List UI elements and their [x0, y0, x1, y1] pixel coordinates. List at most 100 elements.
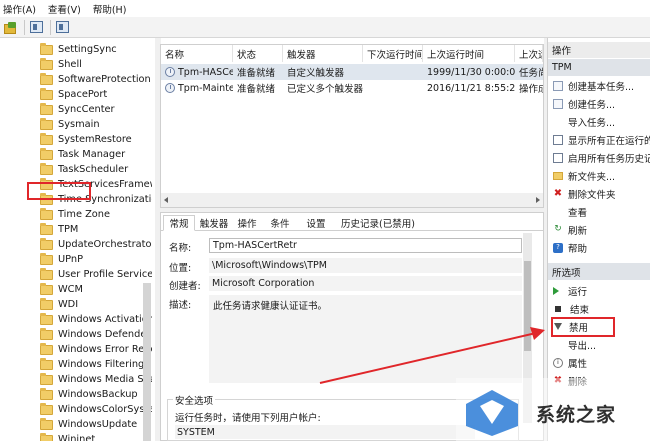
- properties-icon: [29, 21, 43, 33]
- tab-history[interactable]: 历史记录(已禁用): [337, 215, 419, 231]
- folder-icon: [40, 162, 53, 175]
- action-item[interactable]: ↻ 刷新: [548, 222, 650, 237]
- tab-settings[interactable]: 设置: [301, 215, 331, 231]
- tree-item[interactable]: WindowsBackup: [40, 387, 152, 402]
- action-item[interactable]: 导入任务...: [548, 114, 650, 129]
- column-header-last-result[interactable]: 上次运行结果: [515, 45, 543, 62]
- action-item[interactable]: 显示所有正在运行的任务: [548, 132, 650, 147]
- list-horizontal-scrollbar[interactable]: [161, 193, 543, 207]
- tree-item[interactable]: WindowsColorSystem: [40, 402, 152, 417]
- menu-help[interactable]: 帮助(H): [93, 2, 127, 16]
- tree-item-label: Windows Defender: [58, 329, 151, 340]
- watermark-logo-icon: [466, 390, 518, 436]
- tree-item[interactable]: SyncCenter: [40, 102, 152, 117]
- tree-item[interactable]: Sysmain: [40, 117, 152, 132]
- tree-item[interactable]: WCM: [40, 282, 152, 297]
- tab-triggers[interactable]: 触发器: [197, 215, 231, 231]
- tree-item[interactable]: Task Manager: [40, 147, 152, 162]
- tree-item[interactable]: Windows Media Sharing: [40, 372, 152, 387]
- action-item-label: 刷新: [568, 225, 588, 237]
- table-row[interactable]: Tpm-HASCertRetr 准备就绪 自定义触发器 1999/11/30 0…: [161, 64, 543, 80]
- scroll-thumb[interactable]: [524, 261, 531, 351]
- action-item[interactable]: 查看: [548, 204, 650, 219]
- folder-icon: [40, 312, 53, 325]
- table-row[interactable]: Tpm-Maintenance 准备就绪 已定义多个触发器 2016/11/21…: [161, 80, 543, 96]
- tree-item[interactable]: SoftwareProtection: [40, 72, 152, 87]
- task-last-result: 操作成功完成: [519, 84, 543, 95]
- tree-item-label: Wininet: [58, 434, 96, 441]
- menu-view[interactable]: 查看(V): [48, 2, 81, 16]
- tree-item[interactable]: SettingSync: [40, 42, 152, 57]
- action-item[interactable]: 启用所有任务历史记录: [548, 150, 650, 165]
- folder-icon: [40, 432, 53, 441]
- tpm-highlight-box: [27, 182, 91, 200]
- column-header-trigger[interactable]: 触发器: [283, 45, 363, 62]
- tree-item[interactable]: User Profile Service: [40, 267, 152, 282]
- tree-item[interactable]: Shell: [40, 57, 152, 72]
- scroll-left-icon[interactable]: [164, 197, 168, 203]
- history-icon: [553, 152, 563, 163]
- tree-item[interactable]: TPM: [40, 222, 152, 237]
- name-field[interactable]: Tpm-HASCertRetr: [209, 238, 522, 253]
- action-item[interactable]: 创建基本任务...: [548, 78, 650, 93]
- properties-button[interactable]: [28, 20, 44, 35]
- action-item[interactable]: 结束: [548, 301, 650, 316]
- tree-item[interactable]: WDI: [40, 297, 152, 312]
- watermark: 系统之家: [456, 378, 650, 441]
- back-button[interactable]: [2, 20, 18, 35]
- tree-item[interactable]: Windows Filtering: [40, 357, 152, 372]
- tree-item-label: Sysmain: [58, 119, 100, 130]
- actions-section-selected[interactable]: 所选项: [548, 263, 650, 280]
- column-header-last-run[interactable]: 上次运行时间: [423, 45, 515, 62]
- tree-item[interactable]: UpdateOrchestrator: [40, 237, 152, 252]
- tree-item-label: WindowsColorSystem: [58, 404, 152, 415]
- folder-icon: [40, 342, 53, 355]
- description-field[interactable]: 此任务请求健康认证证书。: [209, 295, 522, 383]
- tree-item[interactable]: WindowsUpdate: [40, 417, 152, 432]
- folder-icon: [40, 207, 53, 220]
- tree-item[interactable]: SpacePort: [40, 87, 152, 102]
- tab-conditions[interactable]: 条件: [265, 215, 295, 231]
- tree-item[interactable]: TaskScheduler: [40, 162, 152, 177]
- column-header-status[interactable]: 状态: [233, 45, 283, 62]
- end-icon: [555, 305, 561, 312]
- tree-item[interactable]: Wininet: [40, 432, 152, 441]
- tree-item[interactable]: Time Zone: [40, 207, 152, 222]
- tree-item[interactable]: Windows Defender: [40, 327, 152, 342]
- column-header-name[interactable]: 名称: [161, 45, 233, 62]
- folder-icon: [40, 222, 53, 235]
- menu-action[interactable]: 操作(A): [3, 2, 36, 16]
- action-item[interactable]: 创建任务...: [548, 96, 650, 111]
- folder-icon: [40, 417, 53, 430]
- tree-item[interactable]: SystemRestore: [40, 132, 152, 147]
- task-list: 名称 状态 触发器 下次运行时间 上次运行时间 上次运行结果 Tpm-HASCe…: [160, 44, 544, 208]
- security-run-as-label: 运行任务时，请使用下列用户帐户:: [175, 413, 321, 424]
- tree-vertical-scrollbar[interactable]: [143, 283, 151, 441]
- folder-icon: [40, 72, 53, 85]
- tab-general[interactable]: 常规: [163, 215, 195, 231]
- action-item[interactable]: ✖ 删除文件夹: [548, 186, 650, 201]
- action-item[interactable]: i 属性: [548, 355, 650, 370]
- running-tasks-icon: [553, 134, 563, 145]
- action-item[interactable]: 导出...: [548, 337, 650, 352]
- tree-item[interactable]: Windows Activation: [40, 312, 152, 327]
- panel-button[interactable]: [54, 20, 70, 35]
- column-header-next-run[interactable]: 下次运行时间: [363, 45, 423, 62]
- tree-item[interactable]: Windows Error Reporting: [40, 342, 152, 357]
- task-next-run: [363, 80, 423, 96]
- action-item-label: 查看: [568, 207, 588, 219]
- action-item-label: 创建基本任务...: [568, 81, 635, 93]
- scroll-right-icon[interactable]: [536, 197, 540, 203]
- action-item-label: 属性: [568, 358, 588, 370]
- task-last-result: 任务尚未运行: [519, 68, 543, 79]
- folder-icon: [40, 132, 53, 145]
- tree-item-label: Windows Filtering: [58, 359, 145, 370]
- action-item[interactable]: ? 帮助: [548, 240, 650, 255]
- location-field: \Microsoft\Windows\TPM: [209, 258, 522, 273]
- actions-section-tpm[interactable]: TPM: [548, 59, 650, 76]
- action-item[interactable]: 新文件夹...: [548, 168, 650, 183]
- tab-actions[interactable]: 操作: [233, 215, 261, 231]
- action-item[interactable]: 运行: [548, 283, 650, 298]
- disable-highlight-box: [551, 317, 615, 337]
- tree-item[interactable]: UPnP: [40, 252, 152, 267]
